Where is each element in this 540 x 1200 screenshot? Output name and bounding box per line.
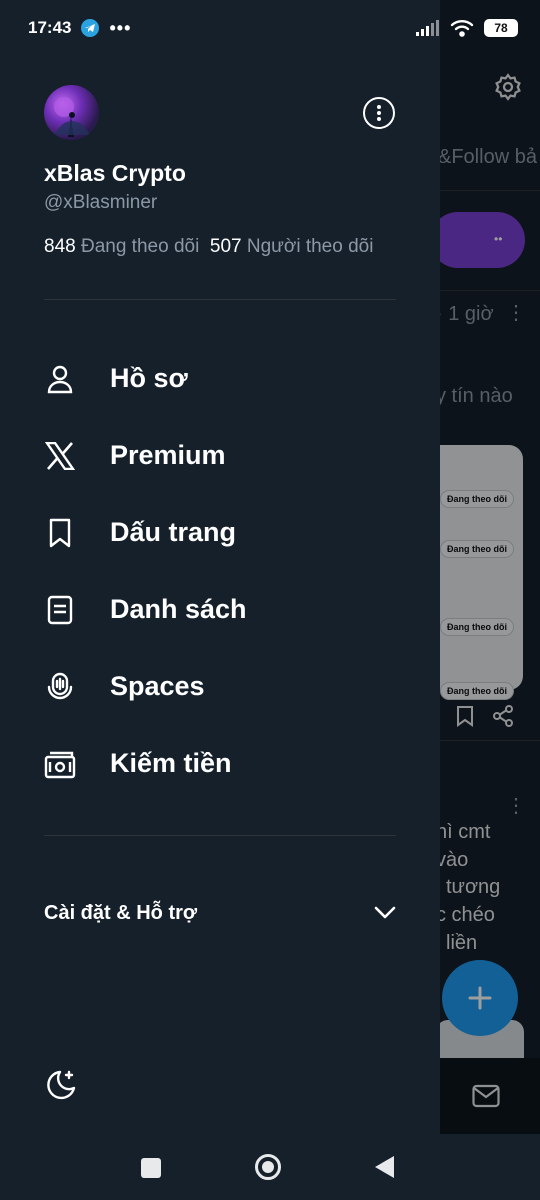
menu-item-spaces[interactable]: Spaces [0,648,440,725]
profile-name[interactable]: xBlas Crypto [44,160,186,187]
divider [44,835,396,836]
menu-item-label: Kiếm tiền [110,748,232,778]
more-options-button[interactable] [363,97,395,129]
x-logo-icon [44,440,76,472]
back-button[interactable] [375,1156,394,1178]
chevron-down-icon [374,906,396,919]
menu-item-bookmarks[interactable]: Dấu trang [0,494,440,571]
menu-item-label: Premium [110,440,226,470]
followers-link[interactable]: 507 Người theo dõi [210,236,374,257]
following-count: 848 [44,236,76,257]
list-icon [44,594,76,626]
bookmark-icon [44,517,76,549]
profile-handle: @xBlasminer [44,192,158,213]
followers-count: 507 [209,236,242,257]
settings-and-support[interactable]: Cài đặt & Hỗ trợ [44,893,396,933]
status-bar: 17:43 ••• 78 [0,0,540,56]
avatar[interactable] [44,85,99,140]
menu-item-premium[interactable]: Premium [0,417,440,494]
home-button[interactable] [255,1154,281,1180]
money-icon [44,748,76,780]
followers-label: Người theo dõi [246,236,374,257]
display-mode-moon-icon[interactable] [44,1068,78,1102]
battery-indicator: 78 [484,19,518,37]
spaces-mic-icon [44,671,76,703]
more-vertical-icon [377,105,381,121]
settings-label: Cài đặt & Hỗ trợ [44,901,198,924]
screen: y&Follow bả •• · 1 giờ ⋮ y tín nào Đang … [0,0,540,1200]
recents-button[interactable] [141,1158,161,1178]
person-icon [44,363,76,395]
following-label: Đang theo dõi [80,236,200,257]
signal-icon [416,20,439,36]
menu-item-lists[interactable]: Danh sách [0,571,440,648]
drawer-menu: Hồ sơ Premium Dấu trang Danh sách Spaces… [0,340,440,802]
menu-item-label: Hồ sơ [110,363,188,393]
telegram-icon [81,19,100,37]
menu-item-label: Dấu trang [110,517,237,547]
menu-item-profile[interactable]: Hồ sơ [0,340,440,417]
home-dot-icon [262,1161,274,1173]
profile-stats: 848 Đang theo dõi 507 Người theo dõi [44,236,373,258]
system-navigation-bar [0,1134,540,1200]
menu-item-label: Danh sách [110,594,247,624]
menu-item-label: Spaces [110,671,205,701]
following-link[interactable]: 848 Đang theo dõi [44,236,199,257]
menu-item-monetization[interactable]: Kiếm tiền [0,725,440,802]
divider [44,299,396,300]
more-notifications-icon: ••• [109,17,132,38]
wifi-icon [450,20,474,37]
navigation-drawer: xBlas Crypto @xBlasminer 848 Đang theo d… [0,0,440,1134]
clock: 17:43 [28,18,72,37]
